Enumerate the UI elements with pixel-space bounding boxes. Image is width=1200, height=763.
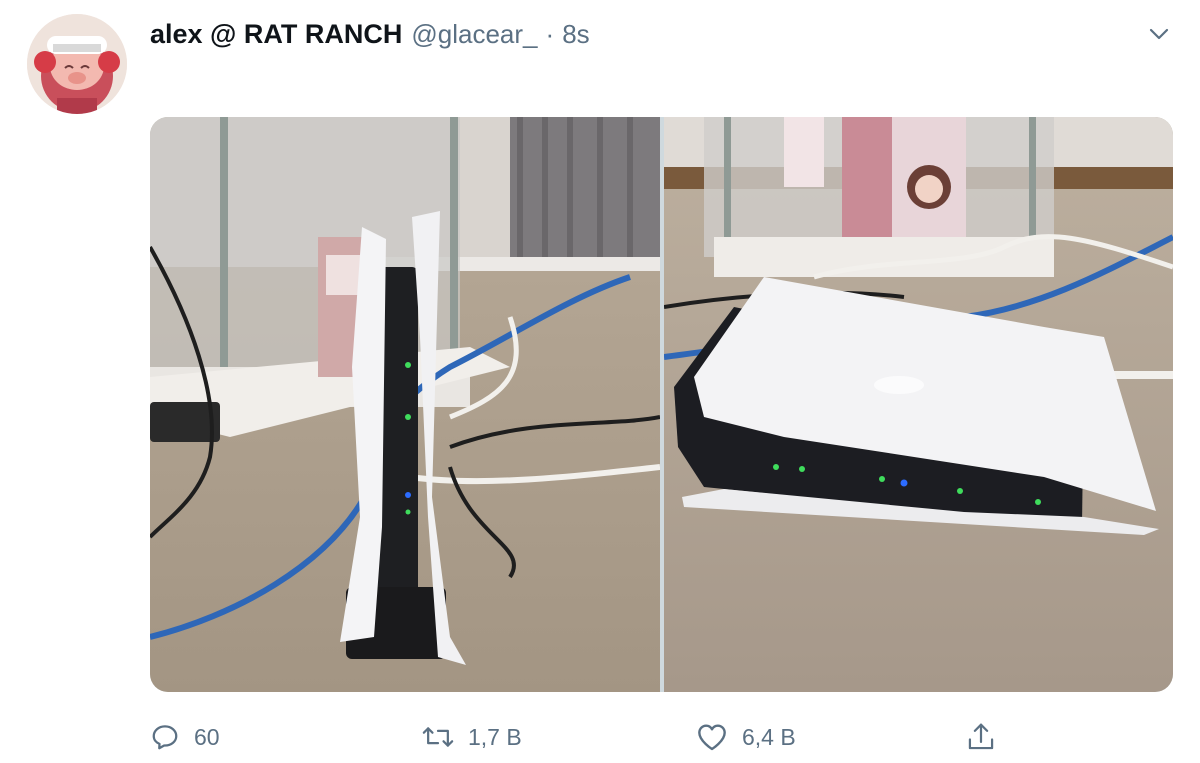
share-icon xyxy=(968,723,994,750)
chevron-down-icon xyxy=(1149,28,1169,40)
share-button[interactable] xyxy=(966,715,996,759)
heart-icon xyxy=(698,724,726,751)
retweet-count: 1,7 B xyxy=(468,723,522,750)
tweet-actions: 60 1,7 B 6,4 B xyxy=(150,715,1173,759)
reply-icon xyxy=(152,725,178,750)
reply-count: 60 xyxy=(194,723,220,750)
avatar[interactable] xyxy=(27,14,127,114)
timestamp[interactable]: 8s xyxy=(562,19,589,50)
avatar-image xyxy=(27,14,127,114)
photo-router-upright[interactable] xyxy=(150,117,660,692)
like-button[interactable]: 6,4 B xyxy=(696,715,796,759)
reply-button[interactable]: 60 xyxy=(150,715,220,759)
retweet-button[interactable]: 1,7 B xyxy=(422,715,522,759)
tweet-header: alex @ RAT RANCH @glacear_ · 8s xyxy=(150,17,590,51)
like-count: 6,4 B xyxy=(742,723,796,750)
user-handle[interactable]: @glacear_ xyxy=(411,19,537,50)
display-name[interactable]: alex @ RAT RANCH xyxy=(150,19,402,50)
photo-router-flat[interactable] xyxy=(664,117,1173,692)
more-options-button[interactable] xyxy=(1145,22,1173,46)
retweet-icon xyxy=(422,727,454,747)
tweet-media xyxy=(150,117,1173,692)
separator-dot: · xyxy=(545,18,555,49)
